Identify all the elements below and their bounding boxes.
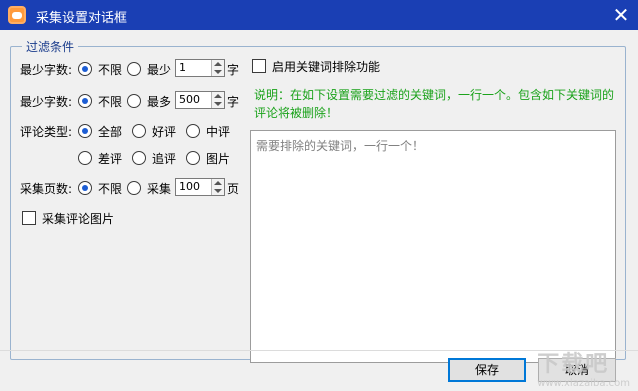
min-chars-unlimited-label[interactable]: 不限 xyxy=(98,61,122,78)
spin-arrows[interactable] xyxy=(211,92,224,108)
arrow-up-icon[interactable] xyxy=(214,62,222,66)
max-chars-stepper[interactable]: 500 xyxy=(175,91,225,109)
watermark-main: 下载吧 xyxy=(537,352,610,377)
spin-arrows[interactable] xyxy=(211,60,224,76)
pages-unlimited-label[interactable]: 不限 xyxy=(98,180,122,197)
watermark-url: www.xiazaiba.com xyxy=(537,378,630,389)
keyword-filter-checkbox[interactable] xyxy=(252,59,266,73)
comment-type-label: 评论类型: xyxy=(20,125,73,139)
pages-collect-radio[interactable] xyxy=(127,181,141,195)
keyword-note: 说明：在如下设置需要过滤的关键词，一行一个。包含如下关键词的评论将被删除！ xyxy=(254,88,615,120)
arrow-up-icon[interactable] xyxy=(214,94,222,98)
comment-type-good-radio[interactable] xyxy=(132,124,146,138)
comment-type-bad-label[interactable]: 差评 xyxy=(98,150,122,167)
comment-type-image-label[interactable]: 图片 xyxy=(206,150,230,167)
max-chars-max-radio[interactable] xyxy=(127,94,141,108)
max-chars-unlimited-label[interactable]: 不限 xyxy=(98,93,122,110)
collect-images-label[interactable]: 采集评论图片 xyxy=(42,210,114,227)
comment-type-neutral-label[interactable]: 中评 xyxy=(206,123,230,140)
watermark: 下载吧 www.xiazaiba.com xyxy=(537,346,630,389)
pages-value[interactable]: 100 xyxy=(179,180,200,193)
max-chars-unlimited-radio[interactable] xyxy=(78,94,92,108)
pages-unlimited-radio[interactable] xyxy=(78,181,92,195)
arrow-down-icon[interactable] xyxy=(214,189,222,193)
dialog-body: 过滤条件 最少字数: 不限 最少 1 字 最少字数: 不限 最多 500 字 评… xyxy=(0,30,638,391)
min-chars-unit: 字 xyxy=(227,63,240,77)
comment-type-followup-radio[interactable] xyxy=(132,151,146,165)
comment-type-image-radio[interactable] xyxy=(186,151,200,165)
max-chars-unit: 字 xyxy=(227,95,240,109)
arrow-down-icon[interactable] xyxy=(214,102,222,106)
pages-unit: 页 xyxy=(227,182,240,196)
max-chars-label: 最少字数: xyxy=(20,95,73,109)
min-chars-min-radio[interactable] xyxy=(127,62,141,76)
window-title: 采集设置对话框 xyxy=(36,11,128,26)
app-icon xyxy=(8,6,26,24)
comment-type-good-label[interactable]: 好评 xyxy=(152,123,176,140)
max-chars-max-label[interactable]: 最多 xyxy=(147,93,171,110)
collect-images-checkbox[interactable] xyxy=(22,211,36,225)
comment-type-all-radio[interactable] xyxy=(78,124,92,138)
pages-collect-label[interactable]: 采集 xyxy=(147,180,171,197)
pages-stepper[interactable]: 100 xyxy=(175,178,225,196)
keywords-textarea[interactable]: 需要排除的关键词，一行一个！ xyxy=(250,130,616,363)
min-chars-value[interactable]: 1 xyxy=(179,61,186,74)
keyword-filter-label[interactable]: 启用关键词排除功能 xyxy=(272,58,380,75)
arrow-down-icon[interactable] xyxy=(214,70,222,74)
min-chars-stepper[interactable]: 1 xyxy=(175,59,225,77)
pages-label: 采集页数: xyxy=(20,182,73,196)
comment-type-bad-radio[interactable] xyxy=(78,151,92,165)
comment-type-all-label[interactable]: 全部 xyxy=(98,123,122,140)
spin-arrows[interactable] xyxy=(211,179,224,195)
title-bar: 采集设置对话框 ✕ xyxy=(0,0,638,30)
min-chars-label: 最少字数: xyxy=(20,63,73,77)
max-chars-value[interactable]: 500 xyxy=(179,93,200,106)
min-chars-min-label[interactable]: 最少 xyxy=(147,61,171,78)
arrow-up-icon[interactable] xyxy=(214,181,222,185)
group-title: 过滤条件 xyxy=(22,38,79,55)
save-button[interactable]: 保存 xyxy=(448,358,526,382)
comment-type-neutral-radio[interactable] xyxy=(186,124,200,138)
comment-type-followup-label[interactable]: 追评 xyxy=(152,150,176,167)
min-chars-unlimited-radio[interactable] xyxy=(78,62,92,76)
close-icon[interactable]: ✕ xyxy=(610,4,632,26)
